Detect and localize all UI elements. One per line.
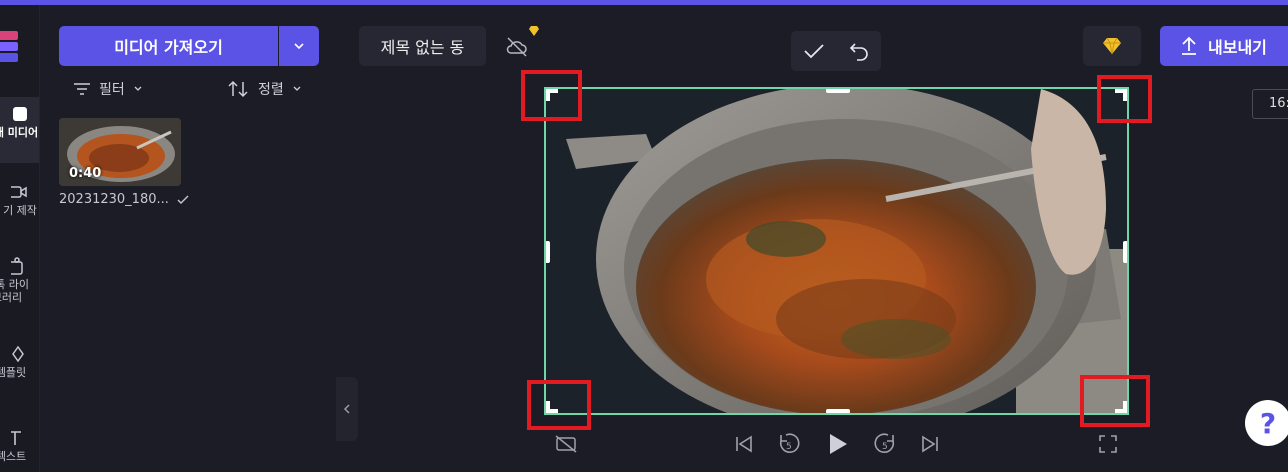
aspect-ratio-button[interactable]: 16:9 <box>1252 89 1288 119</box>
import-options-dropdown[interactable] <box>279 26 319 66</box>
editor-main: 제목 없는 동 내보내기 16:9 <box>336 5 1288 472</box>
play-icon <box>830 434 847 454</box>
hide-preview-icon <box>555 435 577 453</box>
upload-icon <box>1182 36 1196 55</box>
gem-icon <box>529 26 539 36</box>
help-button[interactable]: ? <box>1245 400 1288 446</box>
clip-name: 20231230_180... <box>59 192 169 207</box>
clipchamp-logo <box>0 31 18 62</box>
crop-confirm-bar <box>791 31 881 71</box>
chevron-down-icon <box>293 86 301 91</box>
forward-5-icon: 5 <box>874 433 895 453</box>
rail-item-text[interactable]: 텍스트 <box>0 429 39 463</box>
left-rail: 내 미디어 기 제작 스톡 라이브러리 템플릿 텍스트 <box>0 5 40 472</box>
highlight-box-bottom-left <box>527 380 591 430</box>
rail-item-label: 스톡 라이브러리 <box>0 278 29 304</box>
rail-item-templates[interactable]: 템플릿 <box>0 345 39 379</box>
skip-back-button[interactable] <box>732 432 756 456</box>
text-icon <box>11 431 21 445</box>
crop-handle-left[interactable] <box>546 241 550 263</box>
rail-item-label: 텍스트 <box>0 450 27 463</box>
highlight-box-top-right <box>1097 75 1152 123</box>
export-label: 내보내기 <box>1208 38 1267 57</box>
library-icon <box>11 257 23 275</box>
import-media-button[interactable]: 미디어 가져오기 <box>59 26 278 66</box>
crop-handle-right[interactable] <box>1123 241 1127 263</box>
clip-name-row: 20231230_180... <box>59 192 189 207</box>
svg-text:5: 5 <box>786 442 792 452</box>
gem-icon <box>1103 37 1121 55</box>
filter-label: 필터 <box>99 82 125 98</box>
rail-item-stock-library[interactable]: 스톡 라이브러리 <box>0 257 39 304</box>
rail-item-label: 내 미디어 <box>0 126 39 139</box>
undo-icon[interactable] <box>849 41 869 61</box>
media-thumbnail[interactable]: 0:40 <box>59 118 181 186</box>
forward-5-button[interactable]: 5 <box>872 432 898 456</box>
highlight-box-bottom-right <box>1080 375 1150 427</box>
skip-back-icon <box>736 435 752 453</box>
chevron-down-icon <box>134 86 142 91</box>
crop-handle-bottom[interactable] <box>826 409 850 413</box>
chevron-left-icon <box>343 404 350 414</box>
fullscreen-icon <box>1099 435 1117 453</box>
filter-icon <box>74 83 90 95</box>
highlight-box-top-left <box>521 70 582 121</box>
premium-button[interactable] <box>1083 26 1141 66</box>
sort-icon <box>228 80 248 98</box>
fullscreen-button[interactable] <box>1096 432 1120 456</box>
rewind-5-icon: 5 <box>779 433 800 453</box>
skip-forward-button[interactable] <box>918 432 942 456</box>
crop-handle-top[interactable] <box>826 89 850 93</box>
play-button[interactable] <box>825 432 851 456</box>
media-icon <box>13 107 27 121</box>
export-button[interactable]: 내보내기 <box>1160 26 1288 66</box>
rail-item-my-media[interactable]: 내 미디어 <box>0 97 39 163</box>
filter-button[interactable]: 필터 <box>73 79 143 99</box>
media-panel: 미디어 가져오기 필터 정렬 0:40 20231230_180... <box>40 5 340 472</box>
project-title[interactable]: 제목 없는 동 <box>359 26 486 66</box>
rail-item-label: 템플릿 <box>0 366 27 379</box>
hide-preview-button[interactable] <box>554 432 578 456</box>
video-preview[interactable] <box>544 87 1129 415</box>
video-frame <box>546 89 1127 413</box>
rewind-5-button[interactable]: 5 <box>776 432 802 456</box>
shapes-icon <box>12 345 24 363</box>
check-icon[interactable] <box>803 42 825 60</box>
chevron-down-icon <box>294 43 304 50</box>
svg-text:5: 5 <box>882 442 888 452</box>
clip-duration: 0:40 <box>69 166 102 181</box>
sort-button[interactable]: 정렬 <box>228 79 302 99</box>
sort-label: 정렬 <box>258 82 284 98</box>
cloud-off-icon[interactable] <box>505 35 529 59</box>
video-camera-icon <box>11 186 27 198</box>
collapse-panel-button[interactable] <box>336 377 358 441</box>
check-icon <box>177 195 189 204</box>
rail-item-label: 기 제작 <box>3 204 37 217</box>
skip-forward-icon <box>922 435 938 453</box>
rail-item-record-create[interactable]: 기 제작 <box>0 183 39 217</box>
